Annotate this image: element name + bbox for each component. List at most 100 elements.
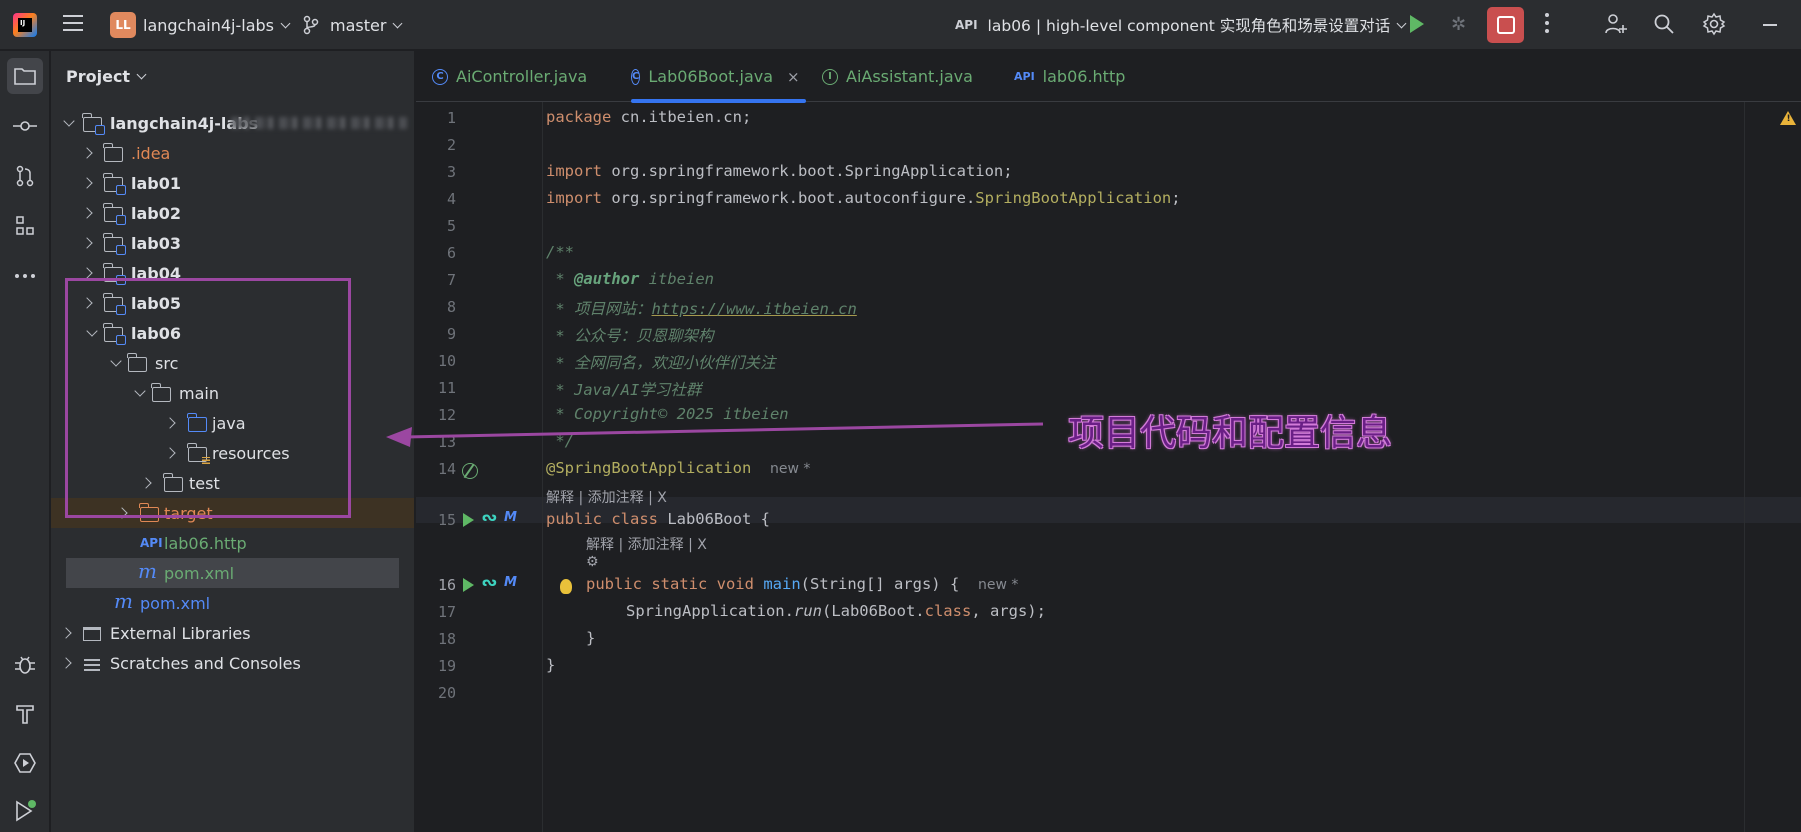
mybatis-icon[interactable]: M: [504, 575, 517, 590]
run-icon[interactable]: [463, 578, 474, 592]
chevron-right-icon[interactable]: [164, 417, 176, 429]
code-line-17[interactable]: SpringApplication.run(Lab06Boot.class, a…: [626, 602, 1046, 620]
link-icon[interactable]: ᔓ: [482, 510, 497, 525]
stop-icon[interactable]: [1487, 7, 1524, 43]
debug-icon[interactable]: ✲: [1451, 14, 1473, 36]
author-hint[interactable]: new *: [770, 461, 810, 477]
mybatis-icon[interactable]: M: [504, 510, 517, 525]
services-icon[interactable]: [7, 745, 43, 781]
code-line-10[interactable]: * 全网同名，欢迎小伙伴们关注: [546, 351, 775, 373]
more-icon[interactable]: [7, 258, 43, 294]
chevron-right-icon[interactable]: [81, 237, 93, 249]
more-icon[interactable]: [1545, 13, 1549, 35]
code-line-13[interactable]: */: [546, 432, 574, 450]
app-logo-icon[interactable]: IJ: [13, 13, 37, 37]
tree-item-java[interactable]: java: [51, 408, 414, 438]
ai-actions-icon[interactable]: ⚙: [586, 554, 599, 570]
tree-item-lab04[interactable]: lab04: [51, 258, 414, 288]
chevron-down-icon[interactable]: [63, 115, 75, 127]
tree-item-main[interactable]: main: [51, 378, 414, 408]
chevron-down-icon[interactable]: [110, 355, 122, 367]
code-line-15[interactable]: public class Lab06Boot {: [546, 510, 770, 528]
project-switcher[interactable]: langchain4j-labs: [143, 0, 291, 50]
tree-item-lab06[interactable]: lab06: [51, 318, 414, 348]
menu-icon[interactable]: [63, 15, 83, 33]
settings-icon[interactable]: [1700, 10, 1728, 38]
code-line-3[interactable]: import org.springframework.boot.SpringAp…: [546, 162, 1013, 180]
tree-item-test[interactable]: test: [51, 468, 414, 498]
code-line-9[interactable]: * 公众号：贝恩聊架构: [546, 324, 713, 346]
code-comment: itbeien: [639, 270, 714, 288]
code-line-12[interactable]: * Copyright© 2025 itbeien: [546, 405, 788, 423]
tree-item-lab06-pom[interactable]: m pom.xml: [66, 558, 399, 588]
chevron-right-icon[interactable]: [60, 657, 72, 669]
tree-item-root[interactable]: langchain4j-labs: [51, 108, 414, 138]
structure-icon[interactable]: [7, 208, 43, 244]
run-icon[interactable]: [1410, 15, 1424, 33]
code-line-11[interactable]: * Java/AI学习社群: [546, 378, 701, 400]
project-panel-header[interactable]: Project: [66, 67, 147, 86]
chevron-right-icon[interactable]: [140, 477, 152, 489]
commit-icon[interactable]: [7, 108, 43, 144]
folder-icon: [163, 473, 183, 492]
build-icon[interactable]: [7, 696, 43, 732]
code-lens-class[interactable]: 解释 | 添加注释 | X: [546, 487, 667, 507]
tree-item-lab06-http[interactable]: API lab06.http: [51, 528, 414, 558]
code-line-6[interactable]: /**: [546, 243, 574, 261]
chevron-right-icon[interactable]: [81, 297, 93, 309]
close-icon[interactable]: ×: [787, 68, 800, 86]
tree-item-src[interactable]: src: [51, 348, 414, 378]
code-line-7[interactable]: * @author itbeien: [546, 270, 714, 288]
tab-lab06boot[interactable]: C Lab06Boot.java ×: [631, 51, 806, 103]
folder-icon[interactable]: [7, 58, 43, 94]
tree-item-external-libraries[interactable]: External Libraries: [51, 618, 414, 648]
code-line-18[interactable]: }: [586, 629, 595, 647]
run-icon[interactable]: [463, 513, 474, 527]
tab-lab06-http[interactable]: API lab06.http: [1014, 51, 1125, 102]
code-text: SpringApplication.: [626, 602, 794, 620]
code-line-4[interactable]: import org.springframework.boot.autoconf…: [546, 189, 1181, 207]
run-config-selector[interactable]: API lab06 | high-level component 实现角色和场景…: [955, 0, 1407, 50]
code-line-14[interactable]: @SpringBootApplication new *: [546, 459, 810, 477]
chevron-right-icon[interactable]: [81, 177, 93, 189]
search-icon[interactable]: [1650, 10, 1678, 38]
link-icon[interactable]: ᔓ: [482, 575, 497, 590]
tree-item-lab03[interactable]: lab03: [51, 228, 414, 258]
tree-item-resources[interactable]: resources: [51, 438, 414, 468]
chevron-right-icon[interactable]: [116, 507, 128, 519]
chevron-down-icon[interactable]: [86, 325, 98, 337]
code-line-16[interactable]: public static void main(String[] args) {…: [586, 575, 1018, 593]
chevron-down-icon[interactable]: [134, 385, 146, 397]
code-link[interactable]: https://www.itbeien.cn: [652, 300, 857, 318]
tree-item-lab05[interactable]: lab05: [51, 288, 414, 318]
tree-item-lab01[interactable]: lab01: [51, 168, 414, 198]
project-badge[interactable]: LL: [110, 12, 136, 38]
tree-item-lab02[interactable]: lab02: [51, 198, 414, 228]
chevron-right-icon[interactable]: [81, 207, 93, 219]
run-icon[interactable]: [7, 793, 43, 829]
pull-request-icon[interactable]: [7, 158, 43, 194]
chevron-right-icon[interactable]: [81, 267, 93, 279]
chevron-right-icon[interactable]: [81, 147, 93, 159]
tree-item-scratches[interactable]: Scratches and Consoles: [51, 648, 414, 678]
lightbulb-icon[interactable]: [560, 579, 572, 594]
tab-aicontroller[interactable]: C AiController.java: [432, 51, 587, 102]
tree-item-idea[interactable]: .idea: [51, 138, 414, 168]
code-line-19[interactable]: }: [546, 656, 555, 674]
code-line-8[interactable]: * 项目网站：https://www.itbeien.cn: [546, 297, 857, 319]
warning-icon[interactable]: !: [1780, 111, 1796, 125]
debug-icon[interactable]: [7, 647, 43, 683]
tree-item-root-pom[interactable]: m pom.xml: [51, 588, 414, 618]
author-hint[interactable]: new *: [978, 577, 1018, 593]
code-line-1[interactable]: package cn.itbeien.cn;: [546, 108, 751, 126]
add-user-icon[interactable]: [1602, 10, 1630, 38]
spring-bean-icon[interactable]: [462, 463, 478, 479]
code-lens-method[interactable]: 解释 | 添加注释 | X: [586, 534, 707, 554]
branch-switcher[interactable]: master: [302, 0, 403, 50]
tree-item-target[interactable]: target: [51, 498, 414, 528]
chevron-right-icon[interactable]: [60, 627, 72, 639]
tab-aiassistant[interactable]: I AiAssistant.java: [822, 51, 973, 102]
chevron-right-icon[interactable]: [164, 447, 176, 459]
minimize-icon[interactable]: [1763, 24, 1777, 26]
editor-tabs: C AiController.java C Lab06Boot.java × I…: [416, 51, 1801, 103]
